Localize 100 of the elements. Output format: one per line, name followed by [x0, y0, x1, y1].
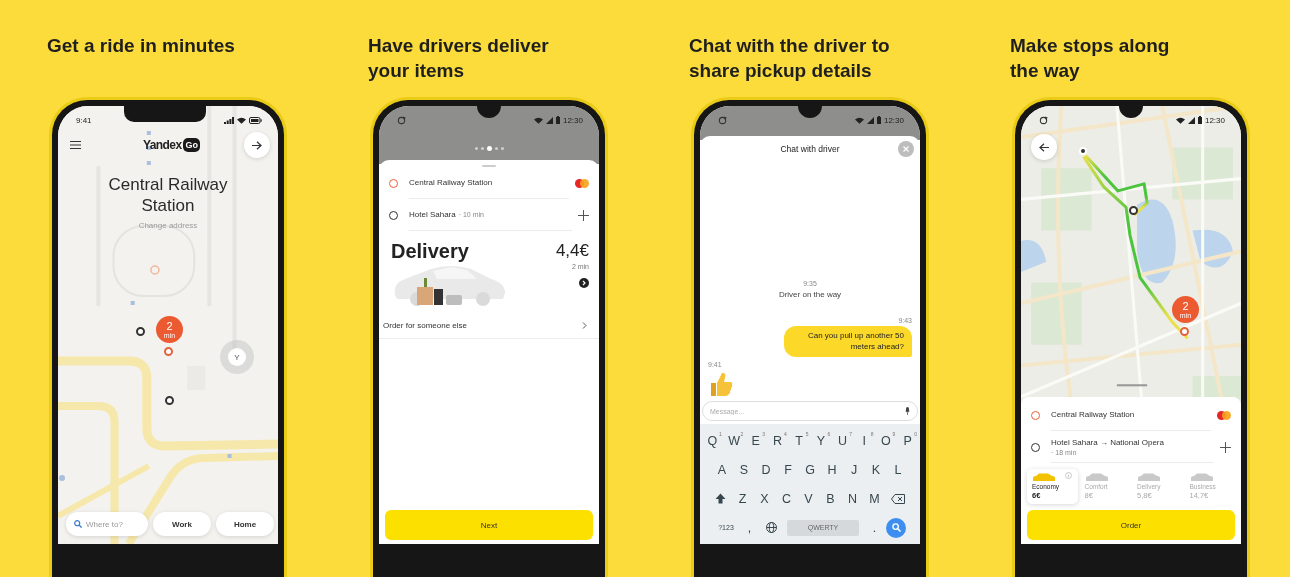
logo-badge: Go — [183, 138, 200, 152]
plus-icon[interactable] — [1220, 441, 1231, 453]
wifi-icon — [237, 116, 246, 124]
search-bar[interactable]: Where to? — [66, 512, 148, 536]
battery-icon — [249, 116, 262, 124]
microphone-icon[interactable] — [905, 407, 910, 415]
keyboard-key[interactable]: L — [887, 462, 909, 477]
panel-caption: Have drivers deliver your items — [368, 34, 550, 83]
chevron-circle-icon[interactable] — [579, 278, 589, 288]
keyboard-key[interactable]: E $^{3}$ — [745, 433, 767, 448]
card-icon[interactable] — [575, 178, 589, 188]
keyboard-key[interactable]: C — [776, 491, 797, 506]
status-time: 12:30 — [1204, 115, 1225, 125]
status-time: 12:30 — [883, 115, 904, 125]
keyboard-key[interactable]: Z — [732, 491, 753, 506]
keyboard-key[interactable]: A — [711, 462, 733, 477]
keyboard-key[interactable]: T $^{5}$ — [788, 433, 810, 448]
signal-icon — [866, 116, 874, 124]
battery-icon — [1197, 116, 1202, 124]
shortcut-button[interactable]: Home — [216, 512, 274, 536]
order-for-someone-else-link[interactable]: Order for someone else — [383, 321, 468, 330]
keyboard-key[interactable]: F — [777, 462, 799, 477]
comma-key[interactable]: , — [739, 520, 760, 535]
keyboard-key[interactable]: R $^{4}$ — [767, 433, 788, 448]
thumbs-up-icon — [708, 371, 734, 397]
close-icon — [903, 146, 909, 152]
period-key[interactable]: . — [864, 520, 885, 535]
search-button[interactable] — [886, 517, 906, 538]
next-button[interactable]: Next — [385, 510, 593, 540]
map-marker — [164, 347, 173, 356]
chevron-right-icon[interactable] — [582, 322, 587, 329]
signal-icon — [1187, 116, 1195, 124]
map-marker — [1079, 147, 1087, 155]
system-message: Driver on the way — [778, 290, 842, 300]
page-dot[interactable] — [500, 147, 504, 150]
tariff-title: Delivery — [391, 241, 470, 261]
wifi-icon — [854, 116, 864, 124]
keyboard-key[interactable]: U $^{7}$ — [832, 433, 853, 448]
page-dot[interactable] — [494, 147, 498, 150]
keyboard-key[interactable]: X — [754, 491, 775, 506]
backspace-icon[interactable] — [891, 493, 905, 504]
card-icon[interactable] — [1217, 410, 1231, 420]
search-field[interactable]: Where to? — [86, 519, 140, 529]
message-bubble: Can you pull up another 50 meters ahead? — [784, 326, 912, 357]
globe-icon[interactable] — [766, 522, 777, 533]
keyboard-key[interactable]: B — [820, 491, 841, 506]
logo-text: Yandex — [143, 138, 182, 152]
wifi-icon — [533, 116, 543, 124]
eta-value: 2 — [166, 320, 173, 332]
place-name[interactable]: Hotel Sahara — [409, 210, 456, 219]
page-dot[interactable] — [474, 147, 478, 150]
keyboard-key[interactable]: W$^{2}$ — [723, 433, 745, 448]
keyboard-key[interactable]: I $^{8}$ — [853, 433, 875, 448]
map-marker — [1180, 327, 1189, 336]
car-icon — [1137, 473, 1161, 482]
keyboard-key[interactable]: Q$^{1}$ — [702, 433, 723, 448]
panel-caption: Make stops along the way — [1010, 34, 1171, 83]
order-button[interactable]: Order — [1027, 510, 1235, 540]
search-icon — [891, 523, 901, 532]
status-time: 12:30 — [562, 115, 583, 125]
keyboard-key[interactable]: M — [864, 491, 885, 506]
keyboard-key[interactable]: J — [843, 462, 865, 477]
rotate-icon — [1039, 115, 1048, 125]
keyboard-key[interactable]: H — [821, 462, 843, 477]
place-name[interactable]: Central Railway Station — [1051, 410, 1135, 419]
car-icon — [1189, 473, 1214, 482]
page-dot[interactable] — [480, 147, 484, 150]
place-name[interactable]: Hotel Sahara → National Opera — [1051, 437, 1164, 447]
tariff-price: 4,4€ — [555, 241, 589, 261]
place-name[interactable]: Central Railway Station — [409, 178, 493, 187]
plus-icon[interactable] — [578, 209, 589, 221]
sheet-handle[interactable] — [482, 165, 496, 167]
keyboard-key[interactable]: N — [842, 491, 863, 506]
keyboard-key[interactable]: D — [755, 462, 777, 477]
keyboard-key[interactable]: Y $^{6}$ — [810, 433, 832, 448]
keyboard-key[interactable]: O$^{9}$ — [875, 433, 897, 448]
keyboard-key[interactable]: G — [799, 462, 821, 477]
map-marker — [136, 327, 145, 336]
menu-icon[interactable] — [70, 141, 81, 149]
map-marker — [165, 396, 174, 405]
keyboard-key[interactable]: K — [865, 462, 887, 477]
shift-icon[interactable] — [715, 493, 726, 504]
car-icon — [1032, 473, 1056, 482]
chat-title: Chat with driver — [780, 144, 840, 154]
shortcut-button[interactable]: Work — [153, 512, 211, 536]
page-dot[interactable] — [486, 146, 492, 151]
car-icon — [1084, 473, 1109, 482]
keyboard-key[interactable]: S — [733, 462, 755, 477]
signal-icon — [224, 116, 234, 124]
arrow-left-icon — [1039, 142, 1049, 152]
eta-value: 2 — [1182, 300, 1189, 312]
signal-icon — [545, 116, 553, 124]
arrow-right-icon — [252, 140, 262, 150]
battery-icon — [876, 116, 881, 124]
pickup-address: Central Railway Station — [107, 174, 229, 217]
keyboard-key[interactable]: P $^{0}$ — [897, 433, 918, 448]
keyboard-key[interactable]: V — [798, 491, 819, 506]
rotate-icon — [397, 115, 406, 125]
wifi-icon — [1175, 116, 1185, 124]
search-icon — [74, 520, 82, 528]
